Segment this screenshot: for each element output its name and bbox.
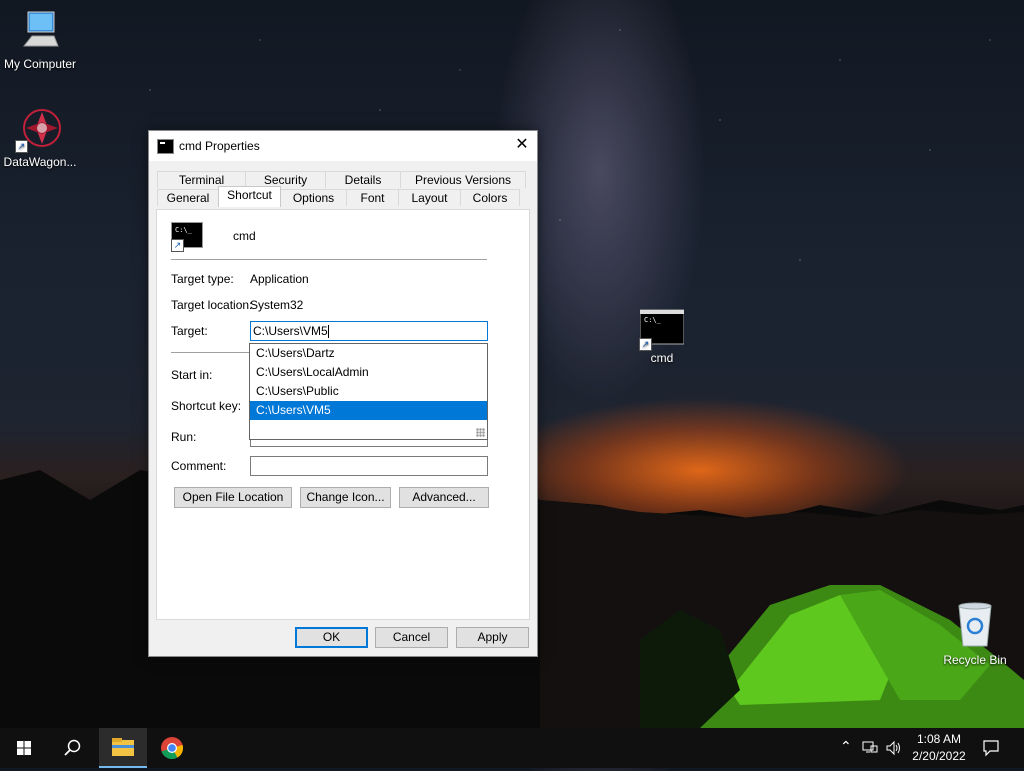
dialog-titlebar[interactable]: cmd Properties ✕ bbox=[149, 131, 537, 161]
chevron-up-icon[interactable]: ⌃ bbox=[840, 738, 852, 755]
start-in-label: Start in: bbox=[171, 368, 213, 382]
desktop-icon-recycle-bin[interactable]: Recycle Bin bbox=[935, 600, 1015, 667]
text-caret bbox=[327, 325, 329, 339]
tab-general[interactable]: General bbox=[157, 189, 219, 206]
target-label: Target: bbox=[171, 324, 208, 338]
target-autocomplete-list: C:\Users\Dartz C:\Users\LocalAdmin C:\Us… bbox=[249, 343, 488, 440]
comment-input[interactable] bbox=[250, 456, 488, 476]
autocomplete-item[interactable]: C:\Users\LocalAdmin bbox=[250, 363, 487, 382]
comment-label: Comment: bbox=[171, 459, 227, 473]
network-icon[interactable] bbox=[862, 740, 878, 756]
taskbar-file-explorer[interactable] bbox=[99, 728, 147, 768]
svg-text:C:\_: C:\_ bbox=[644, 316, 662, 324]
desktop-icon-cmd[interactable]: C:\_ ↗ cmd bbox=[622, 308, 702, 365]
taskbar: ⌃ 1:08 AM 2/20/2022 bbox=[0, 728, 1024, 768]
tab-colors[interactable]: Colors bbox=[460, 189, 520, 206]
autocomplete-item-selected[interactable]: C:\Users\VM5 bbox=[250, 401, 487, 420]
autocomplete-item[interactable]: C:\Users\Public bbox=[250, 382, 487, 401]
windows-start-icon bbox=[17, 741, 31, 755]
file-explorer-icon bbox=[112, 738, 134, 756]
change-icon-button[interactable]: Change Icon... bbox=[300, 487, 391, 508]
search-button[interactable] bbox=[48, 728, 96, 768]
tab-options[interactable]: Options bbox=[280, 189, 347, 206]
close-button[interactable]: ✕ bbox=[507, 131, 537, 161]
target-location-label: Target location: bbox=[171, 298, 253, 312]
target-type-label: Target type: bbox=[171, 272, 234, 286]
cmd-title-icon bbox=[157, 139, 174, 154]
taskbar-chrome[interactable] bbox=[148, 728, 196, 768]
desktop-icon-label: Recycle Bin bbox=[943, 653, 1007, 667]
run-label: Run: bbox=[171, 430, 197, 444]
apply-button[interactable]: Apply bbox=[456, 627, 529, 648]
recycle-bin-icon bbox=[958, 602, 992, 647]
divider bbox=[171, 259, 487, 260]
ok-button[interactable]: OK bbox=[295, 627, 368, 648]
desktop-icon-datawagon[interactable]: ↗ DataWagon... bbox=[0, 106, 80, 169]
close-icon: ✕ bbox=[515, 136, 529, 153]
resize-grip-icon[interactable] bbox=[476, 428, 485, 437]
notification-icon[interactable] bbox=[982, 739, 1000, 757]
desktop-icon-label: DataWagon... bbox=[3, 155, 77, 169]
desktop-icon-label: cmd bbox=[650, 351, 674, 365]
volume-icon[interactable] bbox=[885, 740, 903, 756]
target-type-value: Application bbox=[250, 272, 309, 286]
tab-shortcut[interactable]: Shortcut bbox=[218, 186, 281, 207]
start-button[interactable] bbox=[0, 728, 48, 768]
dialog-title: cmd Properties bbox=[179, 139, 260, 153]
open-file-location-button[interactable]: Open File Location bbox=[174, 487, 292, 508]
clock-time: 1:08 AM bbox=[916, 732, 962, 746]
shortcut-arrow-icon: ↗ bbox=[15, 140, 28, 153]
shortcut-arrow-icon: ↗ bbox=[639, 338, 652, 351]
advanced-button[interactable]: Advanced... bbox=[399, 487, 489, 508]
target-location-value: System32 bbox=[250, 298, 304, 312]
tab-row-front: General Shortcut Options Font Layout Col… bbox=[157, 186, 520, 207]
tab-details[interactable]: Details bbox=[325, 171, 401, 188]
tab-row-back: Terminal Security Details Previous Versi… bbox=[157, 171, 526, 189]
cmd-properties-dialog: cmd Properties ✕ Terminal Security Detai… bbox=[148, 130, 538, 657]
search-icon bbox=[64, 739, 81, 756]
clock-date: 2/20/2022 bbox=[912, 749, 966, 763]
desktop-icon-label: My Computer bbox=[3, 57, 77, 71]
computer-icon bbox=[22, 11, 59, 47]
target-input-value: C:\Users\VM5 bbox=[253, 324, 328, 338]
chrome-icon bbox=[161, 737, 184, 760]
shortcut-arrow-icon: ↗ bbox=[171, 239, 184, 252]
shortcut-name: cmd bbox=[233, 229, 256, 243]
clock[interactable]: 1:08 AM 2/20/2022 bbox=[908, 731, 970, 765]
desktop-icon-my-computer[interactable]: My Computer bbox=[0, 8, 80, 71]
cancel-button[interactable]: Cancel bbox=[375, 627, 448, 648]
tab-previous-versions[interactable]: Previous Versions bbox=[400, 171, 526, 188]
tab-font[interactable]: Font bbox=[346, 189, 399, 206]
shortcut-key-label: Shortcut key: bbox=[171, 399, 242, 413]
shortcut-tab-panel: C:\_ ↗ cmd Target type: Application Targ… bbox=[156, 209, 530, 620]
tab-layout[interactable]: Layout bbox=[398, 189, 461, 206]
autocomplete-item[interactable]: C:\Users\Dartz bbox=[250, 344, 487, 363]
target-input[interactable]: C:\Users\VM5 bbox=[250, 321, 488, 341]
